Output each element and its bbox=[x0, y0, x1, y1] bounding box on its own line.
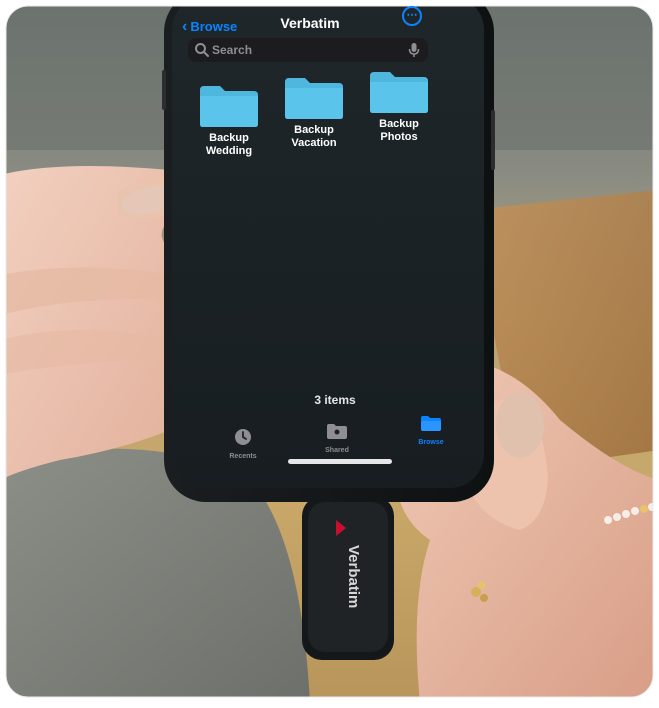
tab-label: Recents bbox=[229, 453, 257, 460]
tab-browse[interactable]: Browse bbox=[404, 414, 458, 456]
folder-backup-wedding[interactable]: Backup Wedding bbox=[191, 84, 267, 174]
tab-label: Shared bbox=[325, 447, 349, 454]
back-button[interactable]: ‹ Browse bbox=[182, 14, 252, 40]
tab-label: Browse bbox=[418, 439, 444, 446]
folder-icon bbox=[370, 72, 428, 113]
tab-recents[interactable]: Recents bbox=[216, 428, 270, 470]
microphone-icon[interactable] bbox=[408, 42, 420, 58]
item-count: 3 items bbox=[314, 393, 356, 407]
usb-flash-drive: Verbatim bbox=[302, 488, 394, 660]
folder-icon bbox=[421, 416, 441, 431]
shared-folder-icon bbox=[327, 424, 347, 439]
folder-label: Backup Photos bbox=[379, 118, 419, 143]
home-indicator[interactable] bbox=[288, 459, 392, 464]
back-label: Browse bbox=[190, 19, 238, 34]
chevron-left-icon: ‹ bbox=[182, 18, 188, 35]
search-bar[interactable] bbox=[188, 38, 428, 62]
tab-shared[interactable]: Shared bbox=[310, 422, 364, 464]
folder-backup-vacation[interactable]: Backup Vacation bbox=[276, 76, 352, 166]
more-options-icon[interactable]: ⋯ bbox=[402, 6, 422, 26]
folder-icon bbox=[200, 86, 258, 127]
folder-backup-photos[interactable]: Backup Photos bbox=[361, 70, 437, 160]
search-input[interactable] bbox=[212, 40, 392, 60]
page-title: Verbatim bbox=[280, 15, 340, 31]
usb-brand-logo: Verbatim bbox=[345, 545, 362, 608]
clock-icon bbox=[235, 429, 251, 445]
photo-scene: Verbatim ‹Browse Verbatim ⋯ Backup Wed bbox=[0, 0, 659, 703]
right-thumb-nail bbox=[496, 392, 544, 458]
folder-icon bbox=[285, 78, 343, 119]
search-icon bbox=[195, 43, 209, 57]
folder-label: Backup Vacation bbox=[291, 124, 337, 149]
folder-label: Backup Wedding bbox=[205, 132, 253, 157]
